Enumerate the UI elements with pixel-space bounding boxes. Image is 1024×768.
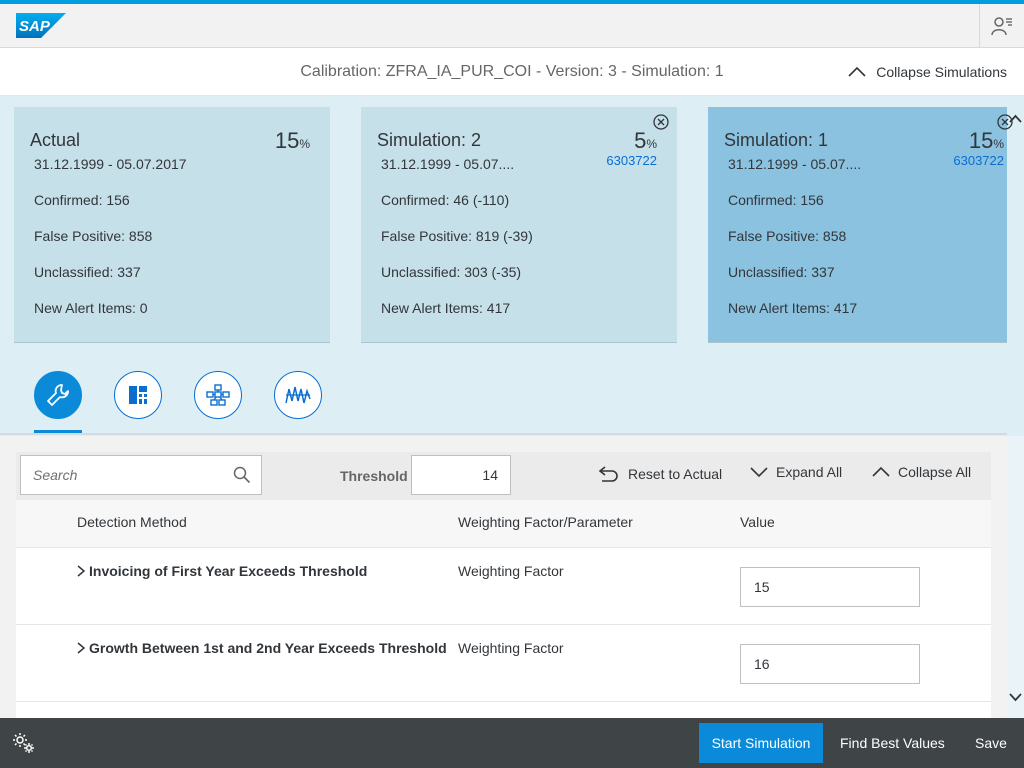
chevron-up-icon [872, 466, 890, 477]
expand-all-label: Expand All [776, 464, 843, 480]
card-simulation-2[interactable]: Simulation: 2 5% 6303722 31.12.1999 - 05… [361, 107, 677, 343]
reset-to-actual-button[interactable]: Reset to Actual [598, 464, 722, 484]
table-header: Detection Method Weighting Factor/Parame… [16, 500, 991, 548]
threshold-input[interactable] [411, 455, 511, 495]
chevron-right-icon [77, 565, 86, 577]
settings-icon[interactable] [12, 731, 36, 755]
save-button[interactable]: Save [975, 735, 1007, 751]
layout-icon [129, 386, 147, 404]
column-header-weighting-factor[interactable]: Weighting Factor/Parameter [458, 514, 633, 530]
weighting-factor-label: Weighting Factor [458, 640, 564, 656]
card-date-range: 31.12.1999 - 05.07.2017 [34, 156, 187, 172]
card-unclassified: Unclassified: 303 (-35) [381, 264, 522, 280]
user-menu-button[interactable] [979, 4, 1024, 47]
scroll-down-icon[interactable] [1007, 686, 1024, 708]
tab-waveform[interactable] [274, 371, 322, 419]
card-percent: 15% [274, 128, 310, 153]
card-unclassified: Unclassified: 337 [34, 264, 141, 280]
collapse-simulations-button[interactable]: Collapse Simulations [848, 64, 1007, 80]
sap-logo[interactable]: SAP [16, 13, 66, 38]
search-icon[interactable] [233, 466, 251, 484]
tab-layout[interactable] [114, 371, 162, 419]
card-confirmed: Confirmed: 156 [728, 192, 824, 208]
card-title: Simulation: 2 [377, 130, 482, 150]
card-new-alert-items: New Alert Items: 417 [728, 300, 858, 316]
find-best-values-button[interactable]: Find Best Values [840, 735, 945, 751]
card-new-alert-items: New Alert Items: 0 [34, 300, 148, 316]
row-expand-toggle[interactable]: Invoicing of First Year Exceeds Threshol… [76, 563, 367, 579]
user-icon [991, 16, 1012, 35]
network-icon [206, 384, 230, 406]
card-title: Simulation: 1 [724, 130, 829, 150]
card-percent: 15% [968, 128, 1004, 153]
card-confirmed: Confirmed: 156 [34, 192, 130, 208]
table-row[interactable]: Growth Between 1st and 2nd Year Exceeds … [16, 625, 991, 702]
search-input[interactable] [33, 467, 223, 483]
wrench-icon [47, 384, 69, 406]
card-simulation-id-link[interactable]: 6303722 [953, 153, 1004, 168]
tab-divider [0, 433, 1007, 435]
card-new-alert-items: New Alert Items: 417 [381, 300, 511, 316]
collapse-all-label: Collapse All [898, 464, 972, 480]
chevron-up-icon [848, 66, 866, 77]
card-simulation-id-link[interactable]: 6303722 [606, 153, 657, 168]
value-input[interactable] [740, 567, 920, 607]
column-header-value[interactable]: Value [740, 514, 775, 530]
card-false-positive: False Positive: 819 (-39) [381, 228, 533, 244]
table-row[interactable]: Invoicing of First Year Exceeds Threshol… [16, 548, 991, 625]
card-simulation-1[interactable]: Simulation: 1 15% 6303722 31.12.1999 - 0… [708, 107, 1013, 343]
detection-method-name: Invoicing of First Year Exceeds Threshol… [89, 563, 368, 579]
footer-toolbar: Start Simulation Find Best Values Save [0, 718, 1024, 768]
shell-bar: SAP [0, 0, 1024, 48]
scroll-up-icon[interactable] [1007, 108, 1024, 130]
threshold-label: Threshold [340, 468, 408, 484]
tab-configuration[interactable] [34, 371, 82, 419]
svg-text:SAP: SAP [19, 18, 51, 35]
start-simulation-button[interactable]: Start Simulation [699, 723, 823, 763]
card-confirmed: Confirmed: 46 (-110) [381, 192, 510, 208]
card-date-range: 31.12.1999 - 05.07.... [381, 156, 515, 172]
detection-method-name: Growth Between 1st and 2nd Year Exceeds … [89, 640, 447, 656]
configuration-panel: Threshold Reset to Actual Expand All Col… [0, 436, 1007, 718]
chevron-down-icon [750, 467, 768, 478]
detection-methods-table: Detection Method Weighting Factor/Parame… [16, 500, 991, 718]
tab-network[interactable] [194, 371, 242, 419]
card-unclassified: Unclassified: 337 [728, 264, 835, 280]
reset-to-actual-label: Reset to Actual [628, 466, 723, 482]
undo-icon [598, 466, 618, 482]
icon-tab-bar [0, 360, 1024, 436]
waveform-icon [285, 386, 311, 404]
card-false-positive: False Positive: 858 [34, 228, 153, 244]
value-input[interactable] [740, 644, 920, 684]
card-false-positive: False Positive: 858 [728, 228, 847, 244]
expand-all-button[interactable]: Expand All [750, 464, 842, 480]
column-header-detection-method[interactable]: Detection Method [77, 514, 187, 530]
collapse-all-button[interactable]: Collapse All [872, 464, 971, 480]
search-field[interactable] [20, 455, 262, 495]
collapse-simulations-label: Collapse Simulations [876, 64, 1007, 80]
card-title: Actual [30, 130, 81, 150]
page-header: Calibration: ZFRA_IA_PUR_COI - Version: … [0, 48, 1024, 96]
row-expand-toggle[interactable]: Growth Between 1st and 2nd Year Exceeds … [76, 640, 447, 656]
weighting-factor-label: Weighting Factor [458, 563, 564, 579]
card-percent: 5% [634, 128, 657, 153]
card-date-range: 31.12.1999 - 05.07.... [728, 156, 862, 172]
table-toolbar: Threshold Reset to Actual Expand All Col… [16, 452, 991, 500]
card-actual[interactable]: Actual 15% 31.12.1999 - 05.07.2017 Confi… [14, 107, 330, 343]
chevron-right-icon [77, 642, 86, 654]
